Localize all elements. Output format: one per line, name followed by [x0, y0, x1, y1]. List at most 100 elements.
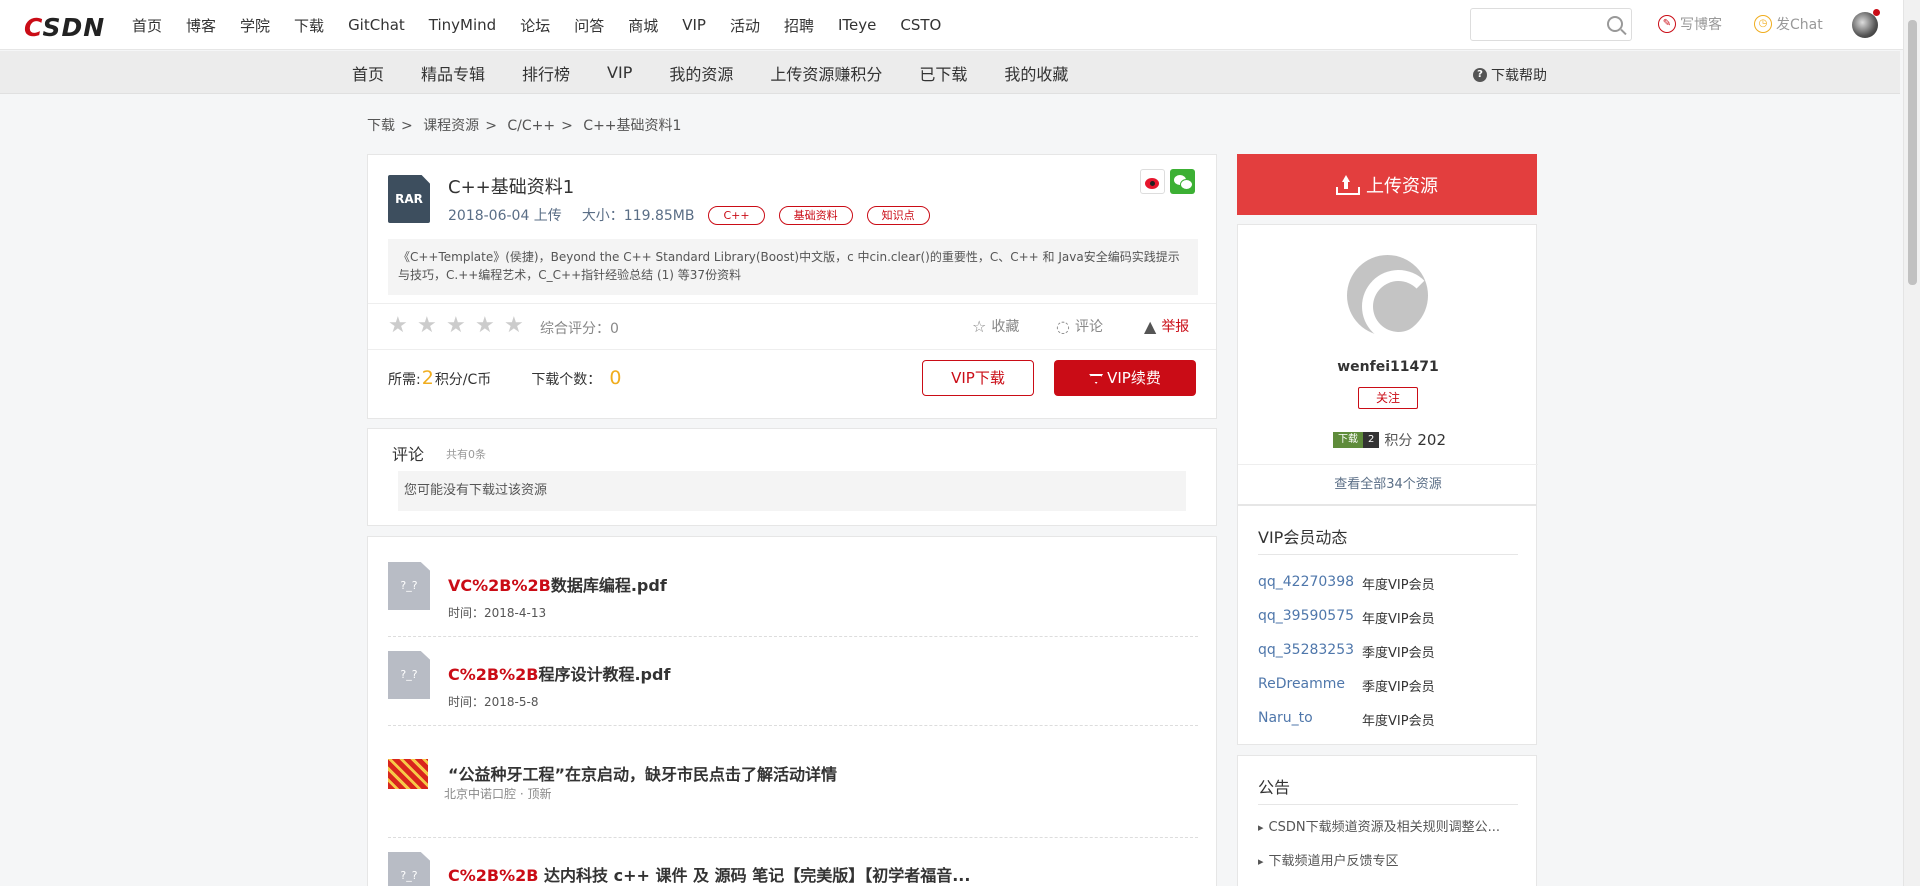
topnav-item[interactable]: CSTO [900, 16, 941, 34]
uploader-name[interactable]: wenfei11471 [1238, 359, 1538, 375]
notice-item[interactable]: CSDN下载频道资源及相关规则调整公... [1258, 816, 1500, 835]
need-unit: 积分/C币 [434, 372, 492, 388]
vip-activity-title: VIP会员动态 [1258, 524, 1518, 555]
subnav-item[interactable]: 我的资源 [669, 61, 733, 85]
breadcrumb-item[interactable]: 下载 [367, 118, 395, 134]
topnav-item[interactable]: 博客 [186, 15, 216, 36]
resource-title: C++基础资料1 [448, 177, 575, 198]
follow-button[interactable]: 关注 [1358, 387, 1418, 409]
vip-member-row: qq_35283253 季度VIP会员 [1258, 642, 1435, 661]
topnav-item[interactable]: 首页 [132, 15, 162, 36]
upload-date: 2018-06-04 上传 [448, 208, 562, 224]
star-icon[interactable]: ★ [475, 315, 497, 337]
star-icon[interactable]: ★ [417, 315, 439, 337]
csdn-logo[interactable]: CSDN [24, 13, 105, 42]
vip-member-row: Naru_to 年度VIP会员 [1258, 710, 1435, 729]
upload-resource-button[interactable]: 上传资源 [1237, 154, 1537, 215]
download-subnav: 首页 精品专辑 排行榜 VIP 我的资源 上传资源赚积分 已下载 我的收藏 [352, 51, 1105, 94]
vip-renew-button[interactable]: VIP续费 [1054, 360, 1196, 396]
search-input[interactable] [1471, 9, 1601, 40]
notification-dot [1873, 9, 1880, 16]
topnav-item[interactable]: 下载 [294, 15, 324, 36]
star-icon[interactable]: ★ [388, 315, 410, 337]
tag[interactable]: 基础资料 [778, 205, 853, 225]
star-outline-icon: ☆ [972, 316, 987, 336]
resource-description: 《C++Template》(侯捷)，Beyond the C++ Standar… [388, 239, 1198, 295]
vip-type: 年度VIP会员 [1362, 714, 1435, 729]
breadcrumb-item[interactable]: C++基础资料1 [583, 118, 681, 134]
page-scrollbar[interactable] [1903, 0, 1920, 886]
ad-thumbnail[interactable] [388, 759, 428, 789]
subnav-item[interactable]: 上传资源赚积分 [770, 61, 882, 85]
topnav-item[interactable]: ITeye [838, 16, 876, 34]
download-help-link[interactable]: ? 下载帮助 [1473, 65, 1547, 85]
topnav-item[interactable]: 商城 [628, 15, 658, 36]
vip-member-row: qq_39590575 年度VIP会员 [1258, 608, 1435, 627]
search-icon[interactable] [1607, 16, 1623, 32]
wechat-share-icon[interactable] [1170, 169, 1195, 194]
weibo-share-icon[interactable] [1140, 169, 1165, 194]
star-icon[interactable]: ★ [504, 315, 526, 337]
download-requirements: 所需: 2 积分/C币 下载个数： 0 [388, 367, 621, 389]
vip-download-button[interactable]: VIP下载 [922, 360, 1034, 396]
comment-button[interactable]: ◌ 评论 [1056, 316, 1103, 336]
topnav-item[interactable]: 论坛 [520, 15, 550, 36]
star-icon[interactable]: ★ [446, 315, 468, 337]
pen-icon: ✎ [1658, 15, 1676, 33]
related-title[interactable]: C%2B%2B 达内科技 c++ 课件 及 源码 笔记【完美版】【初学者福音..… [448, 862, 970, 886]
divider [388, 837, 1198, 838]
download-subnav-bar: 首页 精品专辑 排行榜 VIP 我的资源 上传资源赚积分 已下载 我的收藏 ? … [0, 51, 1900, 94]
breadcrumb-item[interactable]: 课程资源 [423, 118, 479, 134]
favorite-button[interactable]: ☆ 收藏 [972, 316, 1019, 336]
points-label: 积分 [1384, 433, 1413, 449]
scrollbar-thumb[interactable] [1908, 20, 1917, 285]
question-icon: ? [1473, 68, 1487, 82]
vip-user-link[interactable]: ReDreamme [1258, 676, 1362, 695]
topnav-item[interactable]: TinyMind [429, 16, 496, 34]
user-avatar[interactable] [1852, 12, 1878, 38]
notice-title: 公告 [1258, 774, 1518, 805]
comments-notice: 您可能没有下载过该资源 [398, 471, 1186, 511]
topnav-item[interactable]: GitChat [348, 16, 405, 34]
vip-user-link[interactable]: Naru_to [1258, 710, 1362, 729]
subnav-item[interactable]: VIP [607, 63, 632, 82]
vip-user-link[interactable]: qq_42270398 [1258, 574, 1362, 593]
subnav-item[interactable]: 精品专辑 [421, 61, 485, 85]
topnav-item[interactable]: VIP [682, 16, 706, 34]
tag[interactable]: 知识点 [866, 205, 930, 225]
topnav-item[interactable]: 活动 [730, 15, 760, 36]
subnav-item[interactable]: 排行榜 [522, 61, 570, 85]
breadcrumb-item[interactable]: C/C++ [507, 118, 555, 134]
download-help-label: 下载帮助 [1491, 68, 1547, 84]
ad-title[interactable]: “公益种牙工程”在京启动，缺牙市民点击了解活动详情 [448, 761, 837, 785]
vip-user-link[interactable]: qq_35283253 [1258, 642, 1362, 661]
overall-score: 综合评分：0 [540, 321, 619, 337]
topnav-item[interactable]: 问答 [574, 15, 604, 36]
tag[interactable]: C++ [708, 205, 765, 225]
need-points: 2 [421, 367, 434, 389]
related-title[interactable]: C%2B%2B程序设计教程.pdf [448, 661, 670, 685]
level-badge: 下载 2 [1333, 432, 1380, 448]
subnav-item[interactable]: 已下载 [919, 61, 967, 85]
vip-user-link[interactable]: qq_39590575 [1258, 608, 1362, 627]
resource-meta: 2018-06-04 上传 大小：119.85MB C++ 基础资料 知识点 [448, 205, 930, 225]
subnav-item[interactable]: 我的收藏 [1004, 61, 1068, 85]
divider [368, 349, 1216, 350]
chat-icon: ◷ [1754, 15, 1772, 33]
rar-file-icon: RAR [388, 175, 430, 223]
rating-stars[interactable]: ★ ★ ★ ★ ★ [388, 315, 533, 337]
topnav-item[interactable]: 学院 [240, 15, 270, 36]
comment-label: 评论 [1074, 319, 1103, 335]
topnav-item[interactable]: 招聘 [784, 15, 814, 36]
notice-item[interactable]: 下载频道用户反馈专区 [1258, 850, 1399, 869]
report-button[interactable]: ▲ 举报 [1144, 316, 1189, 336]
subnav-item[interactable]: 首页 [352, 61, 384, 85]
notice-card: 公告 CSDN下载频道资源及相关规则调整公... 下载频道用户反馈专区 [1237, 755, 1537, 886]
resource-detail-card: RAR C++基础资料1 2018-06-04 上传 大小：119.85MB C… [367, 154, 1217, 419]
post-chat-link[interactable]: ◷ 发Chat [1754, 14, 1823, 34]
write-blog-link[interactable]: ✎ 写博客 [1658, 14, 1722, 34]
related-title[interactable]: VC%2B%2B数据库编程.pdf [448, 572, 667, 596]
uploader-avatar[interactable] [1347, 255, 1435, 343]
view-all-resources-link[interactable]: 查看全部34个资源 [1238, 464, 1538, 506]
favorite-label: 收藏 [991, 319, 1020, 335]
